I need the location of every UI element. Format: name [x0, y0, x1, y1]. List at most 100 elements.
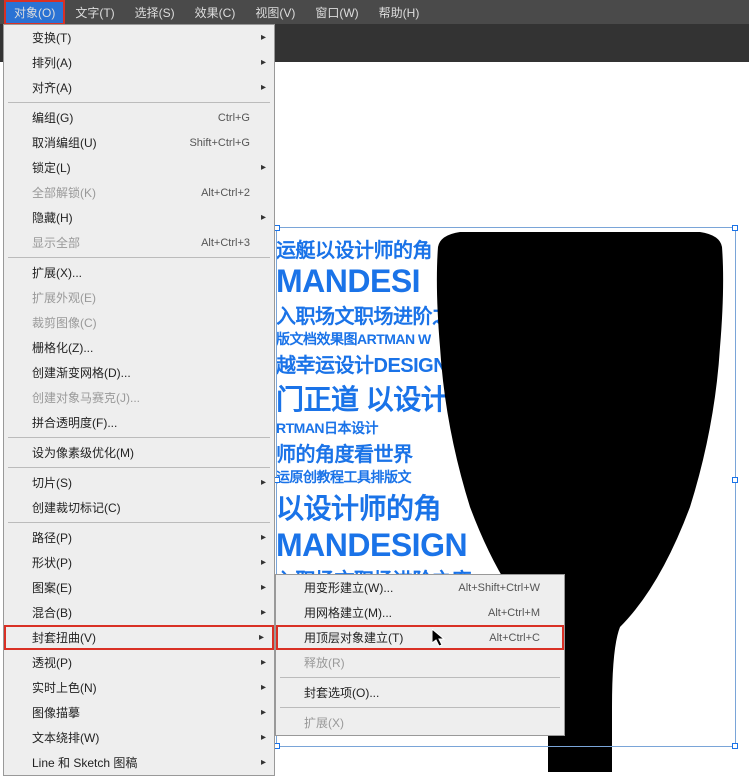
menu-separator: [8, 467, 270, 468]
menu-object[interactable]: 对象(O): [4, 0, 65, 25]
art-line: MANDESIGN: [276, 527, 726, 564]
menu-item-label: 扩展外观(E): [32, 289, 96, 306]
object-menu-item[interactable]: 设为像素级优化(M): [4, 440, 274, 465]
menu-item-shortcut: Alt+Ctrl+2: [201, 187, 250, 199]
object-menu-item[interactable]: 锁定(L): [4, 155, 274, 180]
object-menu-item[interactable]: 实时上色(N): [4, 675, 274, 700]
object-menu-item[interactable]: 栅格化(Z)...: [4, 335, 274, 360]
menu-separator: [8, 102, 270, 103]
menu-item-label: 封套扭曲(V): [32, 629, 96, 646]
menu-item-shortcut: Alt+Ctrl+M: [488, 607, 540, 619]
object-menu-item[interactable]: 文本绕排(W): [4, 725, 274, 750]
object-menu-item[interactable]: 图案(E): [4, 575, 274, 600]
menu-item-label: 混合(B): [32, 604, 72, 621]
object-menu-dropdown: 变换(T)排列(A) 对齐(A) 编组(G) Ctrl+G 取消编组(U) Shift+C…: [3, 24, 275, 776]
menu-window[interactable]: 窗口(W): [305, 0, 368, 25]
menu-item-label: 用变形建立(W)...: [304, 579, 393, 596]
menu-item-label: 拼合透明度(F)...: [32, 414, 117, 431]
art-line: 门正道 以设计: [276, 378, 726, 418]
art-line: 越幸运设计DESIGN: [276, 349, 726, 378]
art-line: 运原创教程工具排版文: [276, 467, 726, 487]
menu-item-label: 用顶层对象建立(T): [304, 629, 403, 646]
menu-item-label: 裁剪图像(C): [32, 314, 97, 331]
menu-item-label: 路径(P): [32, 529, 72, 546]
menu-item-label: 封套选项(O)...: [304, 684, 379, 701]
object-menu-item: 裁剪图像(C): [4, 310, 274, 335]
envelope-submenu-item: 释放(R): [276, 650, 564, 675]
menu-item-label: 显示全部: [32, 234, 80, 251]
object-menu-item[interactable]: 混合(B): [4, 600, 274, 625]
menu-item-label: 编组(G): [32, 109, 73, 126]
menu-item-label: 扩展(X)...: [32, 264, 82, 281]
object-menu-item[interactable]: 创建裁切标记(C): [4, 495, 274, 520]
object-menu-item[interactable]: 变换(T): [4, 25, 274, 50]
object-menu-item[interactable]: 图像描摹: [4, 700, 274, 725]
art-line: 入职场文职场进阶之: [276, 300, 726, 329]
menu-item-shortcut: Alt+Shift+Ctrl+W: [458, 582, 540, 594]
menu-item-label: 设为像素级优化(M): [32, 444, 134, 461]
menu-help[interactable]: 帮助(H): [369, 0, 430, 25]
selection-handle[interactable]: [732, 477, 738, 483]
menu-item-label: 对齐(A): [32, 79, 72, 96]
menu-item-label: 隐藏(H): [32, 209, 73, 226]
object-menu-item: 显示全部Alt+Ctrl+3: [4, 230, 274, 255]
object-menu-item[interactable]: 切片(S): [4, 470, 274, 495]
menu-type[interactable]: 文字(T): [65, 0, 124, 25]
menu-item-shortcut: Ctrl+G: [218, 112, 250, 124]
envelope-submenu-item[interactable]: 用变形建立(W)... Alt+Shift+Ctrl+W: [276, 575, 564, 600]
menu-item-shortcut: Shift+Ctrl+G: [189, 137, 250, 149]
object-menu-item[interactable]: 扩展(X)...: [4, 260, 274, 285]
menu-item-label: 实时上色(N): [32, 679, 97, 696]
object-menu-item[interactable]: 拼合透明度(F)...: [4, 410, 274, 435]
selection-handle[interactable]: [732, 225, 738, 231]
menu-separator: [8, 437, 270, 438]
art-line: RTMAN日本设计: [276, 418, 726, 438]
menu-item-label: 创建裁切标记(C): [32, 499, 121, 516]
menu-item-label: 文本绕排(W): [32, 729, 99, 746]
menu-item-label: 切片(S): [32, 474, 72, 491]
menu-item-shortcut: Alt+Ctrl+C: [489, 632, 540, 644]
object-menu-item[interactable]: 封套扭曲(V): [4, 625, 274, 650]
menu-item-label: 创建渐变网格(D)...: [32, 364, 131, 381]
menu-item-label: 取消编组(U): [32, 134, 97, 151]
art-line: MANDESI: [276, 263, 726, 300]
object-menu-item[interactable]: 编组(G) Ctrl+G: [4, 105, 274, 130]
art-line: 师的角度看世界: [276, 438, 726, 467]
object-menu-item[interactable]: 隐藏(H): [4, 205, 274, 230]
menu-item-label: 锁定(L): [32, 159, 71, 176]
menu-item-label: 图案(E): [32, 579, 72, 596]
art-line: 运艇以设计师的角: [276, 234, 726, 263]
menu-item-label: 栅格化(Z)...: [32, 339, 93, 356]
menu-item-label: 用网格建立(M)...: [304, 604, 392, 621]
menu-effect[interactable]: 效果(C): [185, 0, 246, 25]
envelope-submenu-item[interactable]: 封套选项(O)...: [276, 680, 564, 705]
object-menu-item[interactable]: 对齐(A): [4, 75, 274, 100]
object-menu-item[interactable]: 形状(P): [4, 550, 274, 575]
envelope-submenu-item[interactable]: 用顶层对象建立(T) Alt+Ctrl+C: [276, 625, 564, 650]
object-menu-item[interactable]: 路径(P): [4, 525, 274, 550]
menu-item-label: 释放(R): [304, 654, 345, 671]
menubar: 对象(O) 文字(T) 选择(S) 效果(C) 视图(V) 窗口(W) 帮助(H…: [0, 0, 749, 24]
object-menu-item[interactable]: Line 和 Sketch 图稿: [4, 750, 274, 775]
object-menu-item[interactable]: 排列(A): [4, 50, 274, 75]
selection-handle[interactable]: [732, 743, 738, 749]
object-menu-item: 创建对象马赛克(J)...: [4, 385, 274, 410]
menu-item-label: 全部解锁(K): [32, 184, 96, 201]
menu-item-label: 形状(P): [32, 554, 72, 571]
object-menu-item: 扩展外观(E): [4, 285, 274, 310]
menu-item-label: Line 和 Sketch 图稿: [32, 754, 137, 771]
object-menu-item[interactable]: 透视(P): [4, 650, 274, 675]
menu-separator: [280, 677, 560, 678]
object-menu-item: 全部解锁(K) Alt+Ctrl+2: [4, 180, 274, 205]
menu-select[interactable]: 选择(S): [125, 0, 185, 25]
menu-view[interactable]: 视图(V): [245, 0, 305, 25]
art-line: 以设计师的角: [276, 487, 726, 527]
menu-item-label: 扩展(X): [304, 714, 344, 731]
envelope-submenu-item[interactable]: 用网格建立(M)... Alt+Ctrl+M: [276, 600, 564, 625]
art-line: 版文档效果图ARTMAN W: [276, 329, 726, 349]
menu-item-label: 创建对象马赛克(J)...: [32, 389, 140, 406]
menu-separator: [8, 257, 270, 258]
object-menu-item[interactable]: 创建渐变网格(D)...: [4, 360, 274, 385]
object-menu-item[interactable]: 取消编组(U) Shift+Ctrl+G: [4, 130, 274, 155]
menu-separator: [280, 707, 560, 708]
